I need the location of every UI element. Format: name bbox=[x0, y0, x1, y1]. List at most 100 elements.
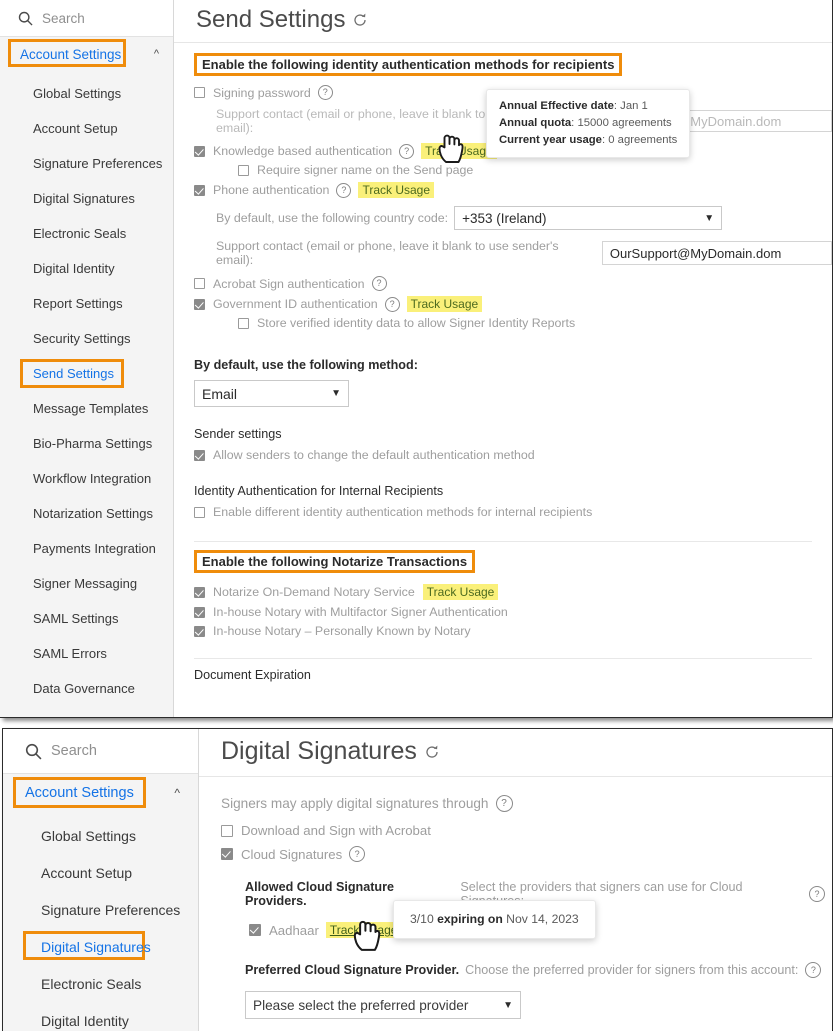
checkbox-signing-password[interactable] bbox=[194, 87, 205, 98]
help-icon[interactable]: ? bbox=[384, 296, 400, 312]
sidebar-item-workflow-integration[interactable]: Workflow Integration bbox=[0, 461, 173, 496]
checkbox-notarize[interactable] bbox=[194, 606, 205, 618]
search-placeholder: Search bbox=[42, 10, 85, 26]
sidebar-item-notarization-settings[interactable]: Notarization Settings bbox=[0, 496, 173, 531]
sidebar-item-saml-errors[interactable]: SAML Errors bbox=[0, 636, 173, 671]
sidebar-item-global-settings[interactable]: Global Settings bbox=[0, 76, 173, 111]
track-usage-govid-link[interactable]: Track Usage bbox=[406, 296, 483, 312]
checkbox-government-id-authentication[interactable] bbox=[194, 298, 205, 310]
row-support-contact-2: Support contact (email or phone, leave i… bbox=[194, 232, 832, 269]
row-phone-auth[interactable]: Phone authentication ? Track Usage bbox=[194, 179, 832, 200]
sidebar-item-label: Data Governance bbox=[33, 681, 135, 696]
checkbox-allow-senders-change-method[interactable] bbox=[194, 449, 205, 461]
help-icon[interactable]: ? bbox=[495, 795, 513, 812]
support-email-field-2[interactable]: OurSupport@MyDomain.dom bbox=[601, 241, 832, 265]
country-code-select[interactable]: +353 (Ireland) ▼ bbox=[454, 206, 723, 230]
row-notarize[interactable]: In-house Notary – Personally Known by No… bbox=[194, 621, 832, 640]
sidebar-item-signature-preferences[interactable]: Signature Preferences bbox=[0, 146, 173, 181]
sidebar-item-account-setup[interactable]: Account Setup bbox=[0, 111, 173, 146]
row-notarize[interactable]: Notarize On-Demand Notary Service Track U… bbox=[194, 581, 832, 602]
send-settings-panel: Search Account Settings ^ Global Setting… bbox=[0, 0, 833, 718]
sidebar-group-account-settings[interactable]: Account Settings ^ bbox=[3, 774, 198, 812]
page-title: Digital Signatures bbox=[199, 729, 832, 777]
checkbox-phone-authentication[interactable] bbox=[194, 184, 205, 196]
tooltip-line-2-value: : 15000 agreements bbox=[571, 117, 672, 130]
track-usage-aadhaar-link[interactable]: Track Usage bbox=[325, 922, 402, 938]
label-sender-settings: Sender settings bbox=[194, 427, 282, 441]
row-store-verified-identity[interactable]: Store verified identity data to allow Si… bbox=[194, 314, 832, 332]
sidebar-item-signer-messaging[interactable]: Signer Messaging bbox=[0, 566, 173, 601]
preferred-provider-select[interactable]: Please select the preferred provider ▼ bbox=[245, 991, 521, 1019]
label-notarize: In-house Notary – Personally Known by No… bbox=[213, 624, 471, 638]
sidebar-item-digital-identity[interactable]: Digital Identity bbox=[0, 251, 173, 286]
sidebar-item-digital-identity[interactable]: Digital Identity bbox=[3, 1002, 198, 1031]
sidebar-item-label: Signer Messaging bbox=[33, 576, 138, 591]
sidebar-item-electronic-seals[interactable]: Electronic Seals bbox=[3, 965, 198, 1002]
section-notarize-header: Enable the following Notarize Transactio… bbox=[194, 550, 476, 573]
checkbox-cloud-signatures[interactable] bbox=[221, 848, 233, 860]
checkbox-enable-different-methods[interactable] bbox=[194, 506, 205, 518]
sidebar-item-send-settings[interactable]: Send Settings bbox=[0, 356, 173, 391]
label-government-id-authentication: Government ID authentication bbox=[213, 297, 378, 311]
row-require-signer-name[interactable]: Require signer name on the Send page bbox=[194, 161, 832, 179]
sidebar-item-payments-integration[interactable]: Payments Integration bbox=[0, 531, 173, 566]
preferred-provider-value: Please select the preferred provider bbox=[253, 997, 469, 1013]
checkbox-aadhaar[interactable] bbox=[249, 924, 261, 936]
help-icon[interactable]: ? bbox=[317, 85, 333, 100]
label-signers-may-apply: Signers may apply digital signatures thr… bbox=[221, 796, 489, 811]
checkbox-knowledge-based-authentication[interactable] bbox=[194, 145, 205, 157]
row-enable-different-methods[interactable]: Enable different identity authentication… bbox=[194, 500, 832, 521]
row-allow-senders[interactable]: Allow senders to change the default auth… bbox=[194, 443, 832, 464]
help-icon[interactable]: ? bbox=[805, 962, 822, 978]
checkbox-acrobat-sign-authentication[interactable] bbox=[194, 278, 205, 289]
sidebar-item-digital-signatures[interactable]: Digital Signatures bbox=[3, 928, 198, 965]
sidebar-item-label: Digital Identity bbox=[41, 1012, 129, 1029]
sidebar-item-saml-settings[interactable]: SAML Settings bbox=[0, 601, 173, 636]
checkbox-store-verified-identity[interactable] bbox=[238, 317, 249, 329]
refresh-icon[interactable] bbox=[424, 744, 440, 760]
country-code-value: +353 (Ireland) bbox=[462, 210, 547, 226]
sidebar-bottom: Search Account Settings ^ Global Setting… bbox=[3, 729, 199, 1031]
track-usage-phone-link[interactable]: Track Usage bbox=[358, 182, 435, 198]
sidebar-item-signature-preferences[interactable]: Signature Preferences bbox=[3, 891, 198, 928]
sidebar-item-electronic-seals[interactable]: Electronic Seals bbox=[0, 216, 173, 251]
search-input[interactable]: Search bbox=[0, 0, 173, 37]
refresh-icon[interactable] bbox=[352, 12, 368, 28]
help-icon[interactable]: ? bbox=[336, 182, 352, 198]
help-icon[interactable]: ? bbox=[371, 276, 387, 291]
sidebar-item-report-settings[interactable]: Report Settings bbox=[0, 286, 173, 321]
label-download-and-sign: Download and Sign with Acrobat bbox=[241, 823, 431, 838]
checkbox-download-and-sign-with-acrobat[interactable] bbox=[221, 824, 233, 837]
sidebar-group-account-settings[interactable]: Account Settings ^ bbox=[0, 37, 173, 71]
row-gov-id-auth[interactable]: Government ID authentication ? Track Usa… bbox=[194, 293, 832, 314]
sidebar-item-data-governance[interactable]: Data Governance bbox=[0, 671, 173, 706]
row-acrobat-sign-auth[interactable]: Acrobat Sign authentication ? bbox=[194, 269, 832, 293]
default-method-select[interactable]: Email ▼ bbox=[194, 380, 349, 407]
tooltip-line-3-label: Current year usage bbox=[499, 134, 602, 147]
row-download-and-sign[interactable]: Download and Sign with Acrobat bbox=[221, 814, 832, 840]
search-input[interactable]: Search bbox=[3, 729, 198, 774]
chevron-up-icon[interactable]: ^ bbox=[154, 48, 159, 60]
sidebar-item-message-templates[interactable]: Message Templates bbox=[0, 391, 173, 426]
checkbox-notarize[interactable] bbox=[194, 625, 205, 637]
help-icon[interactable]: ? bbox=[399, 143, 415, 159]
search-icon bbox=[25, 743, 42, 760]
row-cloud-signatures[interactable]: Cloud Signatures ? bbox=[221, 840, 832, 864]
help-icon[interactable]: ? bbox=[349, 846, 366, 862]
help-icon[interactable]: ? bbox=[809, 886, 825, 902]
sidebar-item-bio-pharma-settings[interactable]: Bio-Pharma Settings bbox=[0, 426, 173, 461]
sidebar-nav-top: Global Settings Account Setup Signature Pr… bbox=[0, 71, 173, 706]
tooltip-line: 3/10 expiring on Nov 14, 2023 bbox=[410, 910, 579, 929]
tooltip-line-1: Annual Effective date: Jan 1 bbox=[499, 98, 677, 115]
track-usage-notarize-link[interactable]: Track Usage bbox=[422, 584, 499, 600]
label-internal-recipients: Identity Authentication for Internal Rec… bbox=[194, 484, 444, 498]
sidebar-item-security-settings[interactable]: Security Settings bbox=[0, 321, 173, 356]
row-notarize[interactable]: In-house Notary with Multifactor Signer … bbox=[194, 602, 832, 621]
checkbox-require-signer-name[interactable] bbox=[238, 164, 249, 176]
checkbox-notarize[interactable] bbox=[194, 586, 205, 598]
sidebar-item-global-settings[interactable]: Global Settings bbox=[3, 817, 198, 854]
chevron-up-icon[interactable]: ^ bbox=[174, 787, 180, 799]
sidebar-item-account-setup[interactable]: Account Setup bbox=[3, 854, 198, 891]
sidebar-item-label: Global Settings bbox=[41, 827, 136, 844]
sidebar-item-digital-signatures[interactable]: Digital Signatures bbox=[0, 181, 173, 216]
